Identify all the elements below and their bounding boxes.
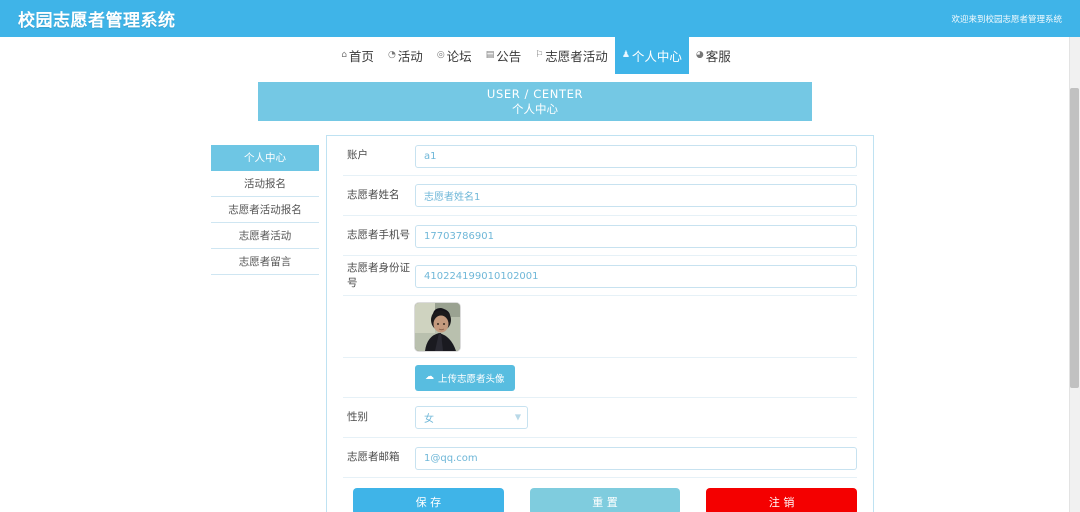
sidebar-label-volunteer-activity: 志愿者活动 [238, 230, 292, 242]
delete-account-button[interactable]: 注 销 [706, 488, 858, 512]
main-navigation: ⌂ 首页 ◔ 活动 ◎ 论坛 ▤ 公告 ⚐ 志愿者活动 ♟ 个人中心 ◕ 客服 [0, 37, 1072, 74]
reset-button[interactable]: 重 置 [529, 488, 681, 512]
field-account [411, 144, 857, 168]
nav-item-user-center[interactable]: ♟ 个人中心 [614, 37, 689, 74]
vertical-scrollbar[interactable] [1069, 0, 1080, 512]
sidebar-item-volunteer-activity[interactable]: 志愿者活动 [211, 223, 319, 249]
nav-item-volunteer-activity[interactable]: ⚐ 志愿者活动 [528, 37, 615, 74]
sidebar-label-volunteer-activity-signup: 志愿者活动报名 [228, 204, 302, 216]
form-row-name: 志愿者姓名 [343, 176, 857, 216]
label-phone: 志愿者手机号 [347, 229, 410, 242]
nav-item-announcement[interactable]: ▤ 公告 [479, 37, 529, 74]
email-input[interactable] [415, 446, 857, 470]
form-row-idcard: 志愿者身份证号 [343, 256, 857, 296]
upload-avatar-button[interactable]: ☁ 上传志愿者头像 [415, 364, 515, 391]
home-icon: ⌂ [341, 50, 347, 60]
name-input[interactable] [415, 184, 857, 207]
field-phone [411, 224, 857, 248]
form-row-phone: 志愿者手机号 [343, 216, 857, 256]
page-root: 校园志愿者管理系统 欢迎来到校园志愿者管理系统 ⌂ 首页 ◔ 活动 ◎ 论坛 ▤… [0, 0, 1080, 512]
idcard-input[interactable] [415, 264, 857, 288]
sidebar-item-activity-signup[interactable]: 活动报名 [211, 171, 319, 197]
headset-icon: ◕ [695, 50, 704, 60]
field-email [411, 446, 857, 470]
nav-label-home: 首页 [348, 49, 374, 64]
flag-icon: ⚐ [535, 50, 544, 60]
label-name: 志愿者姓名 [347, 189, 400, 202]
nav-item-forum[interactable]: ◎ 论坛 [430, 37, 479, 74]
upload-avatar-label: 上传志愿者头像 [438, 373, 505, 385]
nav-label-forum: 论坛 [446, 49, 472, 64]
form-row-gender: 性别 ▼ [343, 398, 857, 438]
form-actions: 保 存 重 置 注 销 [343, 478, 858, 512]
sidebar-label-activity-signup: 活动报名 [244, 178, 286, 190]
sidebar-item-volunteer-activity-signup[interactable]: 志愿者活动报名 [211, 197, 319, 223]
clock-icon: ◔ [387, 50, 396, 60]
field-upload: ☁ 上传志愿者头像 [411, 364, 857, 391]
banner-title-en: USER / CENTER [486, 87, 584, 102]
content-area: 个人中心 活动报名 志愿者活动报名 志愿者活动 志愿者留言 账户 a1 志愿者姓… [0, 130, 1072, 512]
page-title: 校园志愿者管理系统 [18, 11, 176, 31]
nav-label-user-center: 个人中心 [631, 49, 682, 64]
comment-icon: ◎ [436, 50, 445, 60]
nav-label-support: 客服 [705, 49, 731, 64]
form-row-account: 账户 [343, 136, 857, 176]
avatar-photo [415, 302, 460, 351]
site-header: 校园志愿者管理系统 欢迎来到校园志愿者管理系统 [0, 0, 1072, 37]
nav-label-volunteer-activity: 志愿者活动 [545, 49, 608, 64]
user-icon: ♟ [621, 50, 630, 60]
avatar[interactable] [415, 302, 460, 351]
nav-label-activity: 活动 [397, 49, 423, 64]
form-row-avatar [343, 296, 857, 358]
gender-select[interactable] [415, 406, 528, 429]
profile-form-card: 账户 志愿者姓名 志愿者手机号 志愿者身份证号 [326, 135, 874, 512]
sidebar-menu: 个人中心 活动报名 志愿者活动报名 志愿者活动 志愿者留言 [211, 145, 319, 275]
scrollbar-thumb[interactable] [1070, 88, 1079, 388]
welcome-message: 欢迎来到校园志愿者管理系统 [951, 14, 1062, 25]
field-gender: ▼ [411, 406, 857, 429]
sidebar-item-volunteer-message[interactable]: 志愿者留言 [211, 249, 319, 275]
bullhorn-icon: ▤ [485, 50, 495, 60]
nav-item-activity[interactable]: ◔ 活动 [381, 37, 430, 74]
field-idcard [411, 264, 857, 288]
banner-title-cn: 个人中心 [512, 101, 558, 116]
field-name [411, 184, 857, 207]
sidebar-item-user-center[interactable]: 个人中心 [211, 145, 319, 171]
nav-label-announcement: 公告 [496, 49, 522, 64]
cloud-upload-icon: ☁ [425, 372, 434, 383]
section-banner: USER / CENTER 个人中心 [258, 82, 812, 121]
nav-item-support[interactable]: ◕ 客服 [689, 37, 738, 74]
sidebar-label-volunteer-message: 志愿者留言 [238, 256, 292, 268]
label-gender: 性别 [347, 411, 368, 424]
form-row-upload: ☁ 上传志愿者头像 [343, 358, 857, 398]
label-email: 志愿者邮箱 [347, 451, 400, 464]
field-avatar [411, 302, 857, 351]
label-idcard: 志愿者身份证号 [347, 262, 410, 289]
label-account: 账户 [347, 149, 368, 162]
phone-input[interactable] [415, 224, 857, 248]
form-row-email: 志愿者邮箱 [343, 438, 857, 478]
account-input[interactable] [415, 144, 857, 168]
save-button[interactable]: 保 存 [353, 488, 504, 512]
scrollbar-top-cap [1069, 0, 1080, 37]
nav-item-home[interactable]: ⌂ 首页 [334, 37, 381, 74]
sidebar-label-user-center: 个人中心 [244, 152, 286, 164]
